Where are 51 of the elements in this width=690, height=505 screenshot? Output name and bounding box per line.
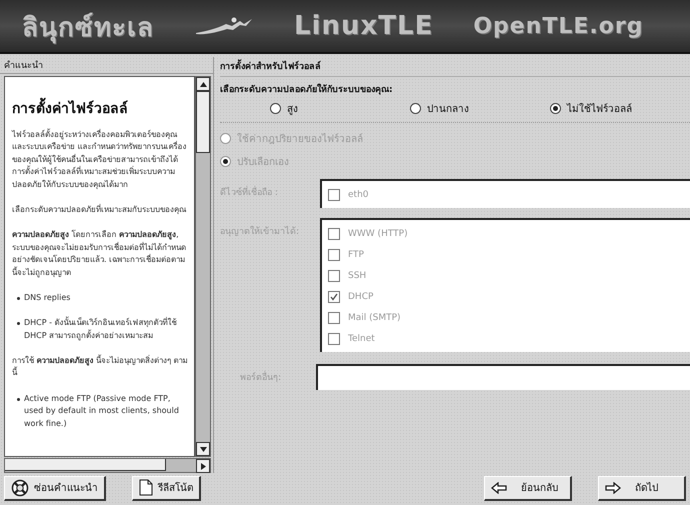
scroll-thumb[interactable]	[5, 459, 166, 471]
help-bullet: DNS replies	[24, 292, 70, 304]
scroll-thumb[interactable]	[196, 91, 210, 153]
nav-button[interactable]: ย้อนกลับ	[484, 476, 572, 500]
bullet-icon	[17, 398, 20, 401]
checkbox-label: SSH	[348, 270, 366, 280]
right-arrow-icon[interactable]	[200, 462, 206, 470]
radio-button[interactable]	[550, 103, 561, 114]
nav-button[interactable]: ถัดไป	[598, 476, 686, 500]
checkbox-label: Telnet	[348, 334, 375, 344]
checkbox-label: DHCP	[348, 292, 374, 302]
help-title: การตั้งค่าไฟร์วอลล์	[12, 97, 188, 119]
help-bullet: DHCP - ดังนั้นเน็ตเวิร์กอินเทอร์เฟสทุกตัวที่ใช้ DHCP สามารถถูกตั้งค่าอย่างเหมาะสม	[24, 317, 178, 342]
help-paragraph: การใช้ ความปลอดภัยสูง นี้จะไม่อนุญาตสิ่งต่างๆ ตามนี้	[12, 355, 188, 380]
right-arrow-icon	[605, 482, 621, 494]
radio-button[interactable]	[270, 103, 281, 114]
help-paragraph: ความปลอดภัยสูง โดยการเลือก ความปลอดภัยสูง, ระบบของคุณจะไม่ยอมรับการเชื่อมต่อที่ไม่ได้กำหนดอย่างชัดเจนโดยปริยายแล้ว. เฉพาะการเชื่อมต่อตามนี้จะไม่ถูกอนุญาต	[12, 229, 187, 279]
swimmer-icon	[194, 15, 254, 37]
radio-label: ไม่ใช้ไฟร์วอลล์	[567, 102, 632, 116]
security-prompt: เลือกระดับความปลอดภัยให้กับระบบของคุณ:	[220, 82, 394, 96]
help-paragraph: เลือกระดับความปลอดภัยที่เหมาะสมกับระบบของคุณ	[12, 204, 188, 216]
down-arrow-icon[interactable]	[200, 446, 206, 452]
checkbox-label: FTP	[348, 250, 364, 260]
checkbox-label: eth0	[348, 190, 368, 200]
field-label: อนุญาตให้เข้ามาได้:	[220, 224, 300, 239]
radio-label: สูง	[287, 103, 298, 116]
help-header: คำแนะนำ	[0, 57, 213, 74]
checkbox-label: Mail (SMTP)	[348, 312, 401, 322]
lifebuoy-icon	[11, 478, 29, 496]
radio-button[interactable]	[410, 103, 421, 114]
radio-label: ปรับเลือกเอง	[237, 156, 289, 169]
radio-label: ใช้ค่ากฎปริยายของไฟร์วอลล์	[237, 132, 363, 146]
page-icon	[139, 479, 153, 496]
up-arrow-icon[interactable]	[200, 82, 206, 86]
vertical-scrollbar[interactable]	[195, 76, 211, 457]
banner-thai-title: ลินุกซ์ทะเล	[22, 12, 154, 46]
section-title: การตั้งค่าสำหรับไฟร์วอลล์	[220, 59, 690, 77]
bullet-icon	[17, 322, 20, 326]
horizontal-scrollbar[interactable]	[4, 458, 211, 473]
field-label: ดีไวซ์ที่เชื่อถือ :	[220, 179, 320, 208]
banner-linux-title: LinuxTLE	[294, 11, 434, 41]
site-name: OpenTLE.org	[473, 14, 644, 38]
toolbar-button[interactable]: ซ่อนคำแนะนำ	[4, 476, 106, 500]
toolbar-button[interactable]: รีลีสโน้ต	[132, 476, 201, 500]
bullet-icon	[17, 296, 20, 300]
field-label: พอร์ตอื่นๆ:	[220, 364, 320, 390]
left-arrow-icon	[491, 482, 507, 494]
help-bullet: Active mode FTP (Passive mode FTP, used by default in most clients, should work fine.)	[24, 392, 180, 430]
radio-label: ปานกลาง	[427, 103, 469, 116]
checkbox-label: WWW (HTTP)	[348, 228, 408, 238]
help-paragraph: ไฟร์วอลล์ตั้งอยู่ระหว่างเครื่องคอมพิวเตอร์ของคุณและระบบเครือข่าย และกำหนดว่าทรัพยากรบนเครื่องของคุณให้ผู้ใช้คนอื่นในเครือข่ายสามารถเข้าถึงได้ การตั้งค่าไฟร์วอลล์ที่เหมาะสมช่วยเพิ่มระบบความปลอดภัยให้กับระบบของคุณได้มาก	[12, 129, 188, 191]
